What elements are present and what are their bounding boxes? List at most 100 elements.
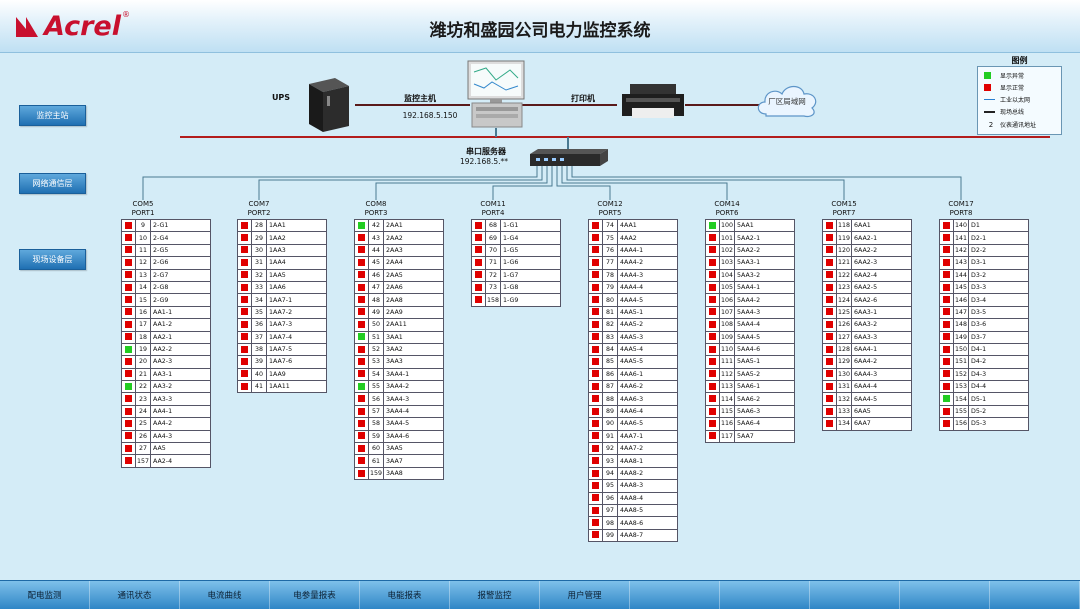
table-row[interactable]: 29 1AA2 xyxy=(237,231,327,245)
table-row[interactable]: 18 AA2-1 xyxy=(121,330,211,344)
table-row[interactable]: 142 D2-2 xyxy=(939,243,1029,258)
table-row[interactable]: 129 6AA4-2 xyxy=(822,355,912,369)
table-row[interactable]: 92 4AA7-2 xyxy=(588,442,678,456)
table-row[interactable]: 72 1-G7 xyxy=(471,268,561,282)
table-row[interactable]: 31 1AA4 xyxy=(237,256,327,270)
nav-item-5[interactable]: 电能报表 xyxy=(360,581,450,609)
nav-item-4[interactable]: 电参量报表 xyxy=(270,581,360,609)
table-row[interactable]: 99 4AA8-7 xyxy=(588,528,678,543)
nav-item-11[interactable] xyxy=(900,581,990,609)
nav-item-2[interactable]: 通讯状态 xyxy=(90,581,180,609)
table-row[interactable]: 126 6AA3-2 xyxy=(822,318,912,332)
table-row[interactable]: 118 6AA1 xyxy=(822,218,912,233)
table-row[interactable]: 102 5AA2-2 xyxy=(705,243,795,258)
table-row[interactable]: 101 5AA2-1 xyxy=(705,231,795,245)
table-row[interactable]: 107 5AA4-3 xyxy=(705,305,795,320)
nav-item-1[interactable]: 配电监测 xyxy=(0,581,90,609)
nav-item-9[interactable] xyxy=(720,581,810,609)
table-row[interactable]: 127 6AA3-3 xyxy=(822,330,912,344)
table-row[interactable]: 86 4AA6-1 xyxy=(588,367,678,382)
table-row[interactable]: 106 5AA4-2 xyxy=(705,293,795,307)
table-row[interactable]: 83 4AA5-3 xyxy=(588,330,678,344)
sidebar-item-field-layer[interactable]: 现场设备层 xyxy=(19,249,86,270)
table-row[interactable]: 54 3AA4-1 xyxy=(354,367,444,382)
table-row[interactable]: 147 D3-5 xyxy=(939,305,1029,320)
table-row[interactable]: 82 4AA5-2 xyxy=(588,318,678,332)
table-row[interactable]: 28 1AA1 xyxy=(237,218,327,233)
table-row[interactable]: 123 6AA2-5 xyxy=(822,280,912,295)
table-row[interactable]: 94 4AA8-2 xyxy=(588,466,678,481)
table-row[interactable]: 109 5AA4-5 xyxy=(705,330,795,344)
table-row[interactable]: 27 AA5 xyxy=(121,442,211,456)
table-row[interactable]: 73 1-G8 xyxy=(471,280,561,295)
table-row[interactable]: 36 1AA7-3 xyxy=(237,318,327,332)
table-row[interactable]: 34 1AA7-1 xyxy=(237,293,327,307)
table-row[interactable]: 98 4AA8-6 xyxy=(588,516,678,530)
table-row[interactable]: 85 4AA5-5 xyxy=(588,355,678,369)
table-row[interactable]: 9 2-G1 xyxy=(121,218,211,233)
table-row[interactable]: 25 AA4-2 xyxy=(121,417,211,431)
table-row[interactable]: 115 5AA6-3 xyxy=(705,404,795,419)
table-row[interactable]: 149 D3-7 xyxy=(939,330,1029,344)
table-row[interactable]: 42 2AA1 xyxy=(354,218,444,233)
nav-item-12[interactable] xyxy=(990,581,1080,609)
table-row[interactable]: 121 6AA2-3 xyxy=(822,256,912,270)
table-row[interactable]: 128 6AA4-1 xyxy=(822,342,912,357)
table-row[interactable]: 110 5AA4-6 xyxy=(705,342,795,357)
table-row[interactable]: 158 1-G9 xyxy=(471,293,561,307)
table-row[interactable]: 75 4AA2 xyxy=(588,231,678,245)
table-row[interactable]: 119 6AA2-1 xyxy=(822,231,912,245)
table-row[interactable]: 14 2-G8 xyxy=(121,280,211,295)
nav-item-6[interactable]: 报警监控 xyxy=(450,581,540,609)
table-row[interactable]: 140 D1 xyxy=(939,218,1029,233)
table-row[interactable]: 134 6AA7 xyxy=(822,417,912,431)
table-row[interactable]: 68 1-G1 xyxy=(471,218,561,233)
table-row[interactable]: 100 5AA1 xyxy=(705,218,795,233)
table-row[interactable]: 131 6AA4-4 xyxy=(822,380,912,394)
table-row[interactable]: 11 2-G5 xyxy=(121,243,211,258)
table-row[interactable]: 57 3AA4-4 xyxy=(354,404,444,419)
table-row[interactable]: 144 D3-2 xyxy=(939,268,1029,282)
table-row[interactable]: 91 4AA7-1 xyxy=(588,429,678,444)
nav-item-7[interactable]: 用户管理 xyxy=(540,581,630,609)
table-row[interactable]: 74 4AA1 xyxy=(588,218,678,233)
table-row[interactable]: 95 4AA8-3 xyxy=(588,479,678,493)
nav-item-10[interactable] xyxy=(810,581,900,609)
table-row[interactable]: 50 2AA11 xyxy=(354,318,444,332)
table-row[interactable]: 104 5AA3-2 xyxy=(705,268,795,282)
table-row[interactable]: 39 1AA7-6 xyxy=(237,355,327,369)
table-row[interactable]: 105 5AA4-1 xyxy=(705,280,795,295)
table-row[interactable]: 116 5AA6-4 xyxy=(705,417,795,431)
table-row[interactable]: 19 AA2-2 xyxy=(121,342,211,357)
table-row[interactable]: 145 D3-3 xyxy=(939,280,1029,295)
table-row[interactable]: 152 D4-3 xyxy=(939,367,1029,382)
table-row[interactable]: 41 1AA11 xyxy=(237,380,327,394)
table-row[interactable]: 51 3AA1 xyxy=(354,330,444,344)
table-row[interactable]: 114 5AA6-2 xyxy=(705,392,795,406)
nav-item-8[interactable] xyxy=(630,581,720,609)
table-row[interactable]: 32 1AA5 xyxy=(237,268,327,282)
table-row[interactable]: 130 6AA4-3 xyxy=(822,367,912,382)
table-row[interactable]: 70 1-G5 xyxy=(471,243,561,258)
table-row[interactable]: 45 2AA4 xyxy=(354,256,444,270)
table-row[interactable]: 40 1AA9 xyxy=(237,367,327,382)
table-row[interactable]: 10 2-G4 xyxy=(121,231,211,245)
table-row[interactable]: 60 3AA5 xyxy=(354,442,444,456)
table-row[interactable]: 143 D3-1 xyxy=(939,256,1029,270)
table-row[interactable]: 55 3AA4-2 xyxy=(354,380,444,394)
table-row[interactable]: 78 4AA4-3 xyxy=(588,268,678,282)
table-row[interactable]: 61 3AA7 xyxy=(354,454,444,468)
table-row[interactable]: 49 2AA9 xyxy=(354,305,444,320)
table-row[interactable]: 125 6AA3-1 xyxy=(822,305,912,320)
table-row[interactable]: 76 4AA4-1 xyxy=(588,243,678,258)
table-row[interactable]: 159 3AA8 xyxy=(354,466,444,481)
table-row[interactable]: 150 D4-1 xyxy=(939,342,1029,357)
table-row[interactable]: 22 AA3-2 xyxy=(121,380,211,394)
table-row[interactable]: 141 D2-1 xyxy=(939,231,1029,245)
table-row[interactable]: 113 5AA6-1 xyxy=(705,380,795,394)
table-row[interactable]: 151 D4-2 xyxy=(939,355,1029,369)
table-row[interactable]: 38 1AA7-5 xyxy=(237,342,327,357)
table-row[interactable]: 26 AA4-3 xyxy=(121,429,211,444)
table-row[interactable]: 80 4AA4-5 xyxy=(588,293,678,307)
table-row[interactable]: 53 3AA3 xyxy=(354,355,444,369)
